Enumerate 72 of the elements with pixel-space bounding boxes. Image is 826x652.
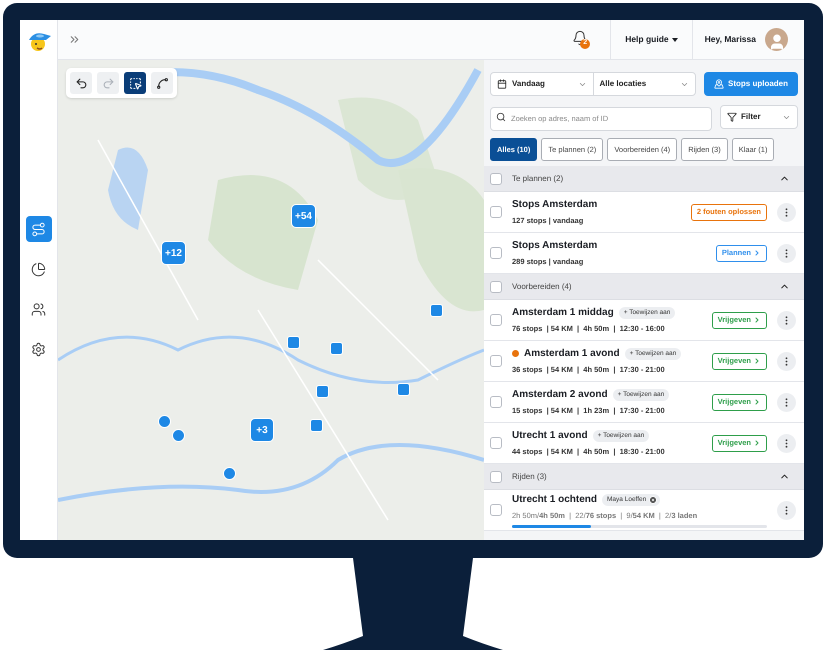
selection-icon: [128, 76, 142, 90]
avatar[interactable]: [765, 28, 788, 51]
checkbox[interactable]: [490, 314, 502, 326]
redo-icon: [102, 76, 114, 90]
help-guide-button[interactable]: Help guide: [611, 33, 692, 46]
cluster-marker[interactable]: +3: [250, 418, 274, 442]
group-title: Voorbereiden (4): [512, 280, 573, 292]
more-button[interactable]: [777, 392, 796, 412]
expand-icon[interactable]: [68, 33, 81, 46]
checkbox[interactable]: [490, 206, 502, 218]
route-title: Stops Amsterdam: [512, 239, 598, 254]
stop-marker[interactable]: [172, 429, 185, 442]
more-button[interactable]: [777, 244, 796, 262]
checkbox[interactable]: [490, 504, 502, 516]
checkbox[interactable]: [490, 280, 502, 292]
group-header[interactable]: Voorbereiden (4): [484, 274, 804, 300]
route-title: Amsterdam 2 avond: [512, 388, 608, 402]
search-icon: [496, 112, 506, 122]
stop-marker[interactable]: [330, 342, 343, 355]
stop-marker[interactable]: [158, 415, 171, 428]
chevron-right-icon: [753, 398, 761, 406]
stop-marker[interactable]: [223, 467, 236, 480]
more-button[interactable]: [777, 434, 796, 452]
stop-marker[interactable]: [310, 419, 323, 432]
more-button[interactable]: [777, 352, 796, 370]
caret-icon: [672, 38, 678, 42]
team-icon: [31, 302, 46, 316]
map-pin-icon: [714, 79, 724, 89]
stop-marker[interactable]: [287, 336, 300, 349]
settings-icon: [31, 342, 46, 356]
group-title: Te plannen (2): [512, 172, 564, 184]
checkbox[interactable]: [490, 470, 502, 482]
stop-marker[interactable]: [316, 385, 329, 398]
map-tool-button[interactable]: [151, 72, 173, 94]
upload-stops-button[interactable]: Stops uploaden: [704, 72, 798, 96]
location-select[interactable]: Alle locaties: [594, 73, 695, 95]
checkbox[interactable]: [490, 172, 502, 184]
notification-bell-icon[interactable]: [572, 30, 588, 46]
undo-icon: [74, 76, 88, 90]
route-title: Utrecht 1 ochtend: [512, 493, 598, 508]
group-header[interactable]: Te plannen (2): [484, 166, 804, 192]
more-button[interactable]: [777, 310, 796, 330]
checkbox[interactable]: [490, 355, 502, 367]
more-button[interactable]: [777, 202, 796, 222]
calendar-icon: [497, 79, 507, 89]
checkbox[interactable]: [490, 437, 502, 449]
pie-chart-icon: [31, 262, 46, 276]
chevron-right-icon: [753, 249, 761, 257]
route-title: Utrecht 1 avond: [512, 429, 588, 444]
chevron-right-icon: [753, 439, 761, 447]
group-title: Rijden (3): [512, 470, 548, 482]
chevron-right-icon: [753, 357, 761, 365]
checkbox[interactable]: [490, 247, 502, 259]
user-greeting: Hey, Marissa: [704, 33, 756, 46]
more-button[interactable]: [777, 500, 796, 520]
map-tool-button[interactable]: [70, 72, 92, 94]
checkbox[interactable]: [490, 396, 502, 408]
date-select[interactable]: Vandaag: [491, 73, 594, 95]
cluster-marker[interactable]: +54: [291, 204, 316, 228]
remove-icon[interactable]: [649, 496, 658, 504]
route-title: Stops Amsterdam: [512, 198, 598, 212]
stop-marker[interactable]: [397, 383, 410, 396]
route-title: Amsterdam 1 avond: [524, 347, 620, 362]
map-tool-button[interactable]: [124, 72, 146, 94]
route-title: Amsterdam 1 middag: [512, 306, 614, 320]
group-header[interactable]: Rijden (3): [484, 464, 804, 490]
filter-button[interactable]: Filter: [720, 105, 798, 129]
chevron-right-icon: [753, 316, 761, 324]
route-icon: [31, 222, 46, 236]
cluster-marker[interactable]: +12: [161, 241, 186, 265]
filter-icon: [727, 112, 737, 122]
stop-marker[interactable]: [430, 304, 443, 317]
